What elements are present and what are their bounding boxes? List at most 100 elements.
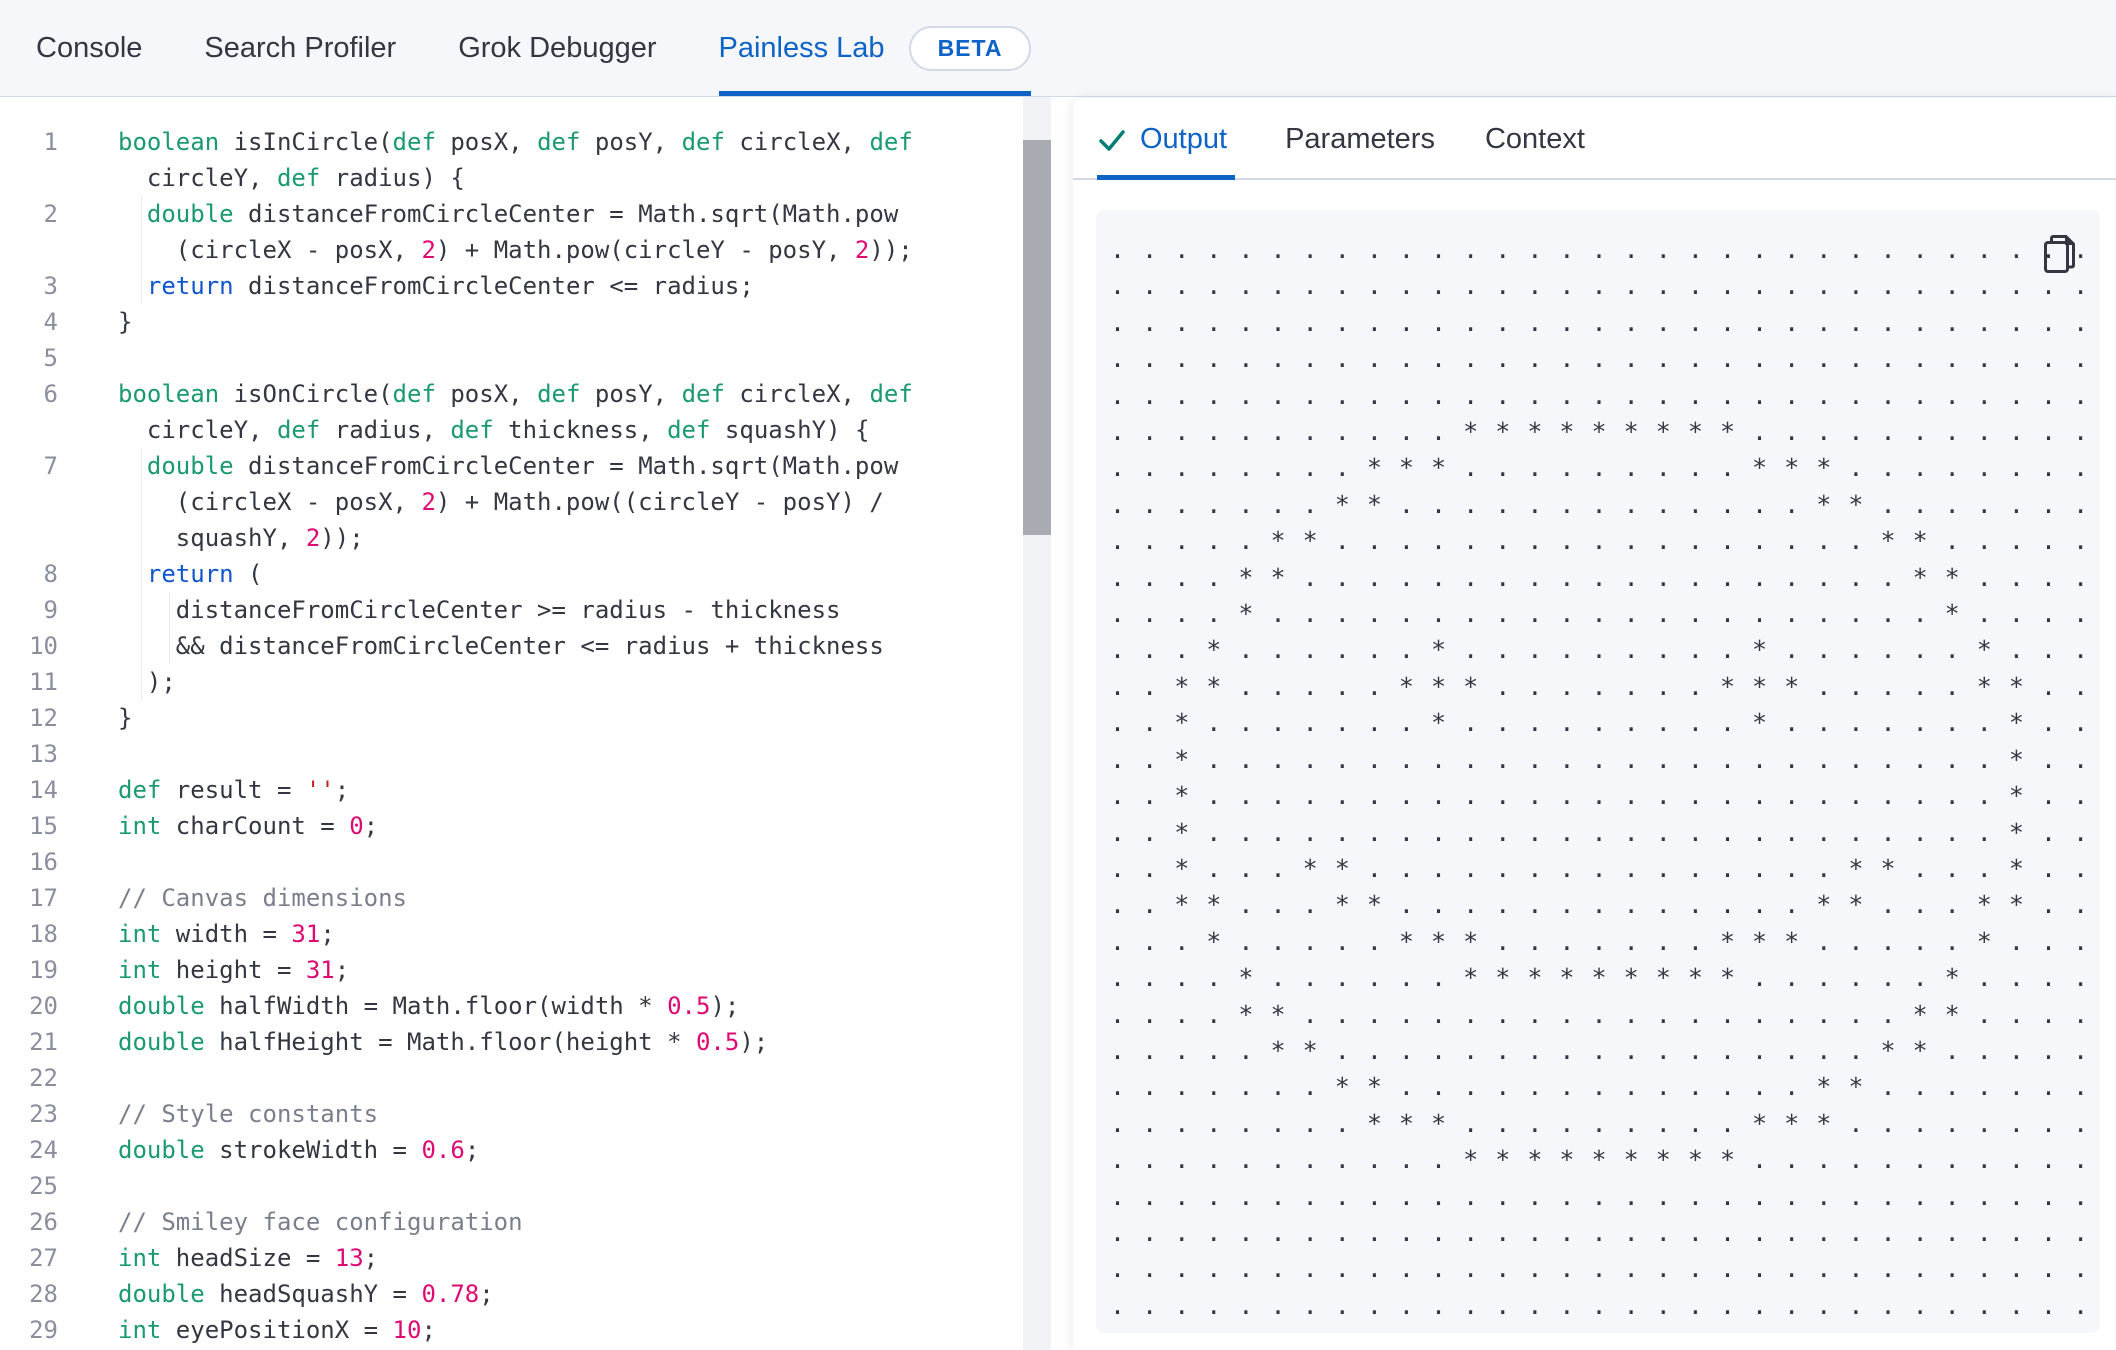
nav-tab-label: Grok Debugger bbox=[458, 31, 657, 64]
copy-icon bbox=[2044, 235, 2075, 273]
code-line: 18 int width = 31; bbox=[0, 916, 1073, 952]
code-token: def bbox=[450, 416, 494, 444]
code-text: (circleX - posX, 2) + Math.pow(circleY -… bbox=[118, 232, 913, 268]
code-line: 22 bbox=[0, 1060, 1073, 1096]
code-line: 19 int height = 31; bbox=[0, 952, 1073, 988]
line-number: 26 bbox=[29, 1208, 58, 1236]
code-token: halfWidth = Math.floor(width * bbox=[204, 992, 668, 1020]
code-token: ; bbox=[334, 776, 350, 804]
code-token: circleY, bbox=[118, 416, 277, 444]
code-token: distanceFromCircleCenter = Math.sqrt(Mat… bbox=[233, 200, 899, 228]
code-line: 17 // Canvas dimensions bbox=[0, 880, 1073, 916]
line-number: 22 bbox=[29, 1064, 58, 1092]
code-text: int headSize = 13; bbox=[118, 1240, 378, 1276]
code-line: 4} bbox=[0, 304, 1073, 340]
code-token: } bbox=[118, 308, 133, 336]
output-grid-row: . . . * . . . . . . * . . . . . . . . . … bbox=[1110, 635, 2090, 665]
code-text: // Smiley face configuration bbox=[118, 1204, 523, 1240]
output-tab-label: Parameters bbox=[1285, 123, 1435, 155]
code-token: return bbox=[146, 272, 234, 300]
code-token: circleX, bbox=[724, 128, 870, 156]
output-grid-row: . . . . . . . . . . . . . . . . . . . . … bbox=[1110, 1217, 2090, 1247]
code-token: ) + Math.pow(circleY - posY, bbox=[435, 236, 855, 264]
output-grid-row: . . . . . . . . . . . . . . . . . . . . … bbox=[1110, 344, 2090, 374]
code-token: isOnCircle( bbox=[219, 380, 393, 408]
code-token: strokeWidth = bbox=[204, 1136, 422, 1164]
line-number: 4 bbox=[43, 308, 58, 336]
nav-tab-search-profiler[interactable]: Search Profiler bbox=[204, 0, 396, 96]
code-token: def bbox=[869, 128, 913, 156]
line-number: 12 bbox=[29, 704, 58, 732]
code-token: return bbox=[146, 560, 234, 588]
code-token: distanceFromCircleCenter <= radius; bbox=[233, 272, 754, 300]
output-grid-row: . . . * . . . . . * * * . . . . . . . * … bbox=[1110, 926, 2090, 956]
line-number: 3 bbox=[43, 272, 58, 300]
code-token: int bbox=[118, 920, 162, 948]
output-tab-label: Context bbox=[1484, 123, 1585, 155]
output-grid-row: . . . . . . . . . . . . . . . . . . . . … bbox=[1110, 235, 2090, 264]
code-token: headSize = bbox=[161, 1244, 335, 1272]
line-number: 2 bbox=[43, 200, 58, 228]
output-panel-tab-output[interactable]: Output bbox=[1097, 123, 1236, 180]
line-number: 10 bbox=[29, 632, 58, 660]
line-number: 24 bbox=[29, 1136, 58, 1164]
output-grid-row: . . * * . . . . . * * * . . . . . . . * … bbox=[1110, 671, 2090, 701]
code-line: 11 ); bbox=[0, 664, 1073, 700]
code-token: def bbox=[118, 776, 162, 804]
nav-tab-grok-debugger[interactable]: Grok Debugger bbox=[458, 0, 656, 96]
code-text: int width = 31; bbox=[118, 916, 335, 952]
code-line: circleY, def radius) { bbox=[0, 160, 1073, 196]
editor-scrollbar-thumb[interactable] bbox=[1023, 140, 1051, 535]
output-grid-row: . . . . . . . . . . . * * * * * * * * * … bbox=[1110, 1145, 2090, 1175]
output-panel-tab-parameters[interactable]: Parameters bbox=[1285, 123, 1435, 178]
code-token: squashY, bbox=[118, 524, 306, 552]
code-token: def bbox=[276, 164, 321, 192]
code-line: 25 bbox=[0, 1168, 1073, 1204]
code-text: int charCount = 0; bbox=[118, 808, 378, 844]
line-number: 27 bbox=[29, 1244, 58, 1272]
code-line: 16 bbox=[0, 844, 1073, 880]
code-token: ; bbox=[421, 1316, 436, 1344]
code-line: 3 return distanceFromCircleCenter <= rad… bbox=[0, 268, 1073, 304]
line-number: 17 bbox=[29, 884, 58, 912]
code-editor[interactable]: 1 boolean isInCircle(def posX, def posY, … bbox=[0, 97, 1073, 1350]
code-text: double strokeWidth = 0.6; bbox=[118, 1132, 479, 1168]
code-token: 0 bbox=[349, 812, 364, 840]
code-token: thickness, bbox=[493, 416, 668, 444]
code-text: } bbox=[118, 700, 132, 736]
code-token: def bbox=[681, 128, 725, 156]
code-token: '' bbox=[305, 776, 335, 804]
code-token: 0.6 bbox=[421, 1136, 465, 1164]
code-line: 8 return ( bbox=[0, 556, 1073, 592]
code-line: 15 int charCount = 0; bbox=[0, 808, 1073, 844]
code-token: (circleX - posX, bbox=[118, 488, 422, 516]
nav-tab-label: Painless Lab bbox=[718, 31, 885, 64]
code-text: double distanceFromCircleCenter = Math.s… bbox=[118, 448, 898, 484]
code-line: 20 double halfWidth = Math.floor(width * … bbox=[0, 988, 1073, 1024]
line-number: 15 bbox=[29, 812, 58, 840]
line-number: 20 bbox=[29, 992, 58, 1020]
nav-tab-painless-lab[interactable]: Painless Lab BETA bbox=[719, 0, 1032, 96]
output-grid-row: . . . . . . . . . . . . . . . . . . . . … bbox=[1110, 1254, 2090, 1284]
code-token: 31 bbox=[291, 920, 321, 948]
editor-scrollbar[interactable] bbox=[1023, 97, 1051, 1350]
code-token: ; bbox=[320, 920, 335, 948]
code-token: def bbox=[392, 380, 436, 408]
code-token: 10 bbox=[392, 1316, 422, 1344]
code-token: charCount = bbox=[161, 812, 350, 840]
code-token: halfHeight = Math.floor(height * bbox=[204, 1028, 696, 1056]
code-token: int bbox=[118, 1244, 162, 1272]
nav-tab-console[interactable]: Console bbox=[36, 0, 142, 96]
output-grid-row: . . . . . * * . . . . . . . . . . . . . … bbox=[1110, 1035, 2090, 1065]
output-panel-tab-context[interactable]: Context bbox=[1485, 123, 1585, 178]
code-text: circleY, def radius) { bbox=[118, 160, 465, 196]
code-text: // Style constants bbox=[118, 1096, 378, 1132]
code-token: double bbox=[146, 452, 234, 480]
copy-output-button[interactable] bbox=[2042, 234, 2078, 276]
output-result-box: . . . . . . . . . . . . . . . . . . . . … bbox=[1096, 210, 2100, 1333]
output-grid-row: . . * . . . . . . . * . . . . . . . . . … bbox=[1110, 708, 2090, 738]
code-line: 9 distanceFromCircleCenter >= radius - t… bbox=[0, 592, 1073, 628]
output-grid-row: . . * . . . . . . . . . . . . . . . . . … bbox=[1110, 817, 2090, 847]
